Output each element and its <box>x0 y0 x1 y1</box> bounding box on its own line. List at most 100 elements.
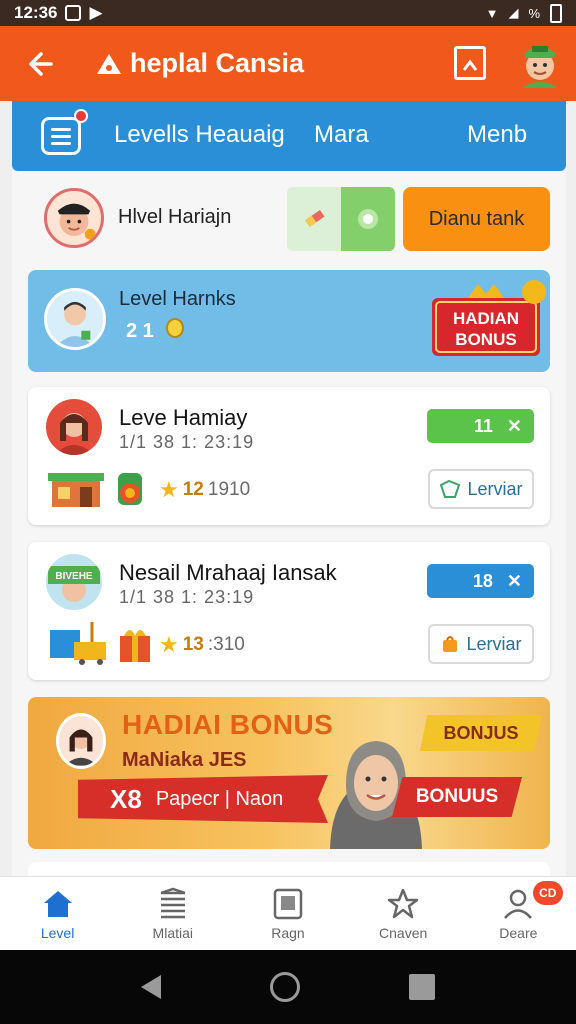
star-icon: ★ <box>159 632 179 657</box>
eraser-icon <box>305 209 325 227</box>
nav-label: Cnaven <box>379 925 428 941</box>
page-title: heplal Cansia <box>130 48 305 78</box>
record-button[interactable] <box>341 187 395 251</box>
nav-item-level[interactable]: Level <box>0 877 115 951</box>
tab-menb[interactable]: Menb <box>467 121 527 149</box>
nav-label: Level <box>40 925 75 941</box>
close-icon: ✕ <box>506 415 522 436</box>
tab-levels[interactable]: Levells Heauaig <box>114 121 285 149</box>
nav-label: Deare <box>499 925 538 941</box>
nav-item-mlatiai[interactable]: Mlatiai <box>115 877 230 951</box>
gift-bag-icon <box>118 473 142 505</box>
cart-icon <box>50 622 106 665</box>
coin-icon <box>166 318 184 338</box>
reward-items <box>48 465 150 511</box>
card-title: Leve Hamiay <box>119 405 248 430</box>
battery-percent: % <box>528 5 540 21</box>
gift-box-icon <box>120 630 150 662</box>
star-icon: ★ <box>159 477 179 502</box>
bottom-nav: Level Mlatiai Ragn Cnaven Deare CD <box>0 876 576 950</box>
tab-strip: Levells Heauaig Mara Menb <box>12 101 566 171</box>
claim-label: Lerviar <box>466 633 522 654</box>
app-title-group: heplal Cansia <box>96 48 304 79</box>
arrow-left-icon <box>29 51 53 76</box>
ticket-icon <box>440 479 461 498</box>
card-avatar <box>46 399 102 455</box>
menu-button[interactable] <box>41 117 81 155</box>
count-pill[interactable]: 18 ✕ <box>427 564 534 598</box>
featured-level: 2 1 <box>126 320 154 342</box>
shopping-bag-icon <box>443 636 458 652</box>
card-points: 13 <box>182 634 204 655</box>
battery-icon <box>550 3 562 23</box>
profile-avatar[interactable] <box>44 188 104 248</box>
nav-label: Ragn <box>271 925 305 941</box>
app-notification-icon: ▶ <box>89 3 103 22</box>
star-outline-icon <box>387 888 419 919</box>
bonus-tag-bottom: BONUUS <box>392 777 522 817</box>
tab-mara[interactable]: Mara <box>314 121 369 149</box>
promo-banner[interactable]: HADIAI BONUS MaNiaka JES X8 Papecr | Nao… <box>28 697 550 849</box>
card-title: Nesail Mrahaaj Iansak <box>119 560 337 585</box>
reward-items <box>48 620 154 666</box>
system-home-button[interactable] <box>269 972 300 1002</box>
bookmark-button[interactable] <box>454 46 486 80</box>
app-bar: heplal Cansia <box>0 26 576 101</box>
list-icon <box>160 887 186 919</box>
card-points: 12 <box>182 479 204 500</box>
count-value: 18 <box>472 570 493 591</box>
system-back-button[interactable] <box>140 975 161 999</box>
card-avatar-text: BIVEHE <box>55 571 93 582</box>
promo-ribbon: X8 Papecr | Naon <box>78 775 328 823</box>
count-pill[interactable]: 11 ✕ <box>427 409 534 443</box>
claim-label: Lerviar <box>467 478 523 499</box>
notification-icon <box>65 5 82 21</box>
card-avatar: BIVEHE <box>46 554 102 610</box>
claim-button[interactable]: Lerviar <box>428 469 534 509</box>
card-score: ★ 12 1910 <box>159 477 250 503</box>
card-total: 1910 <box>207 479 251 500</box>
nav-item-cnaven[interactable]: Cnaven <box>346 877 461 951</box>
list-item[interactable]: BIVEHE Nesail Mrahaaj Iansak 1/1 38 1: 2… <box>28 542 550 680</box>
system-navigation-bar <box>0 950 576 1024</box>
notification-dot <box>74 109 88 123</box>
status-time: 12:36 <box>14 3 58 22</box>
app-logo-icon <box>97 53 121 74</box>
close-icon: ✕ <box>506 570 522 591</box>
nav-item-ragn[interactable]: Ragn <box>230 877 345 951</box>
claim-button[interactable]: Lerviar <box>428 624 534 664</box>
status-bar: 12:36 ▶ ▼ ◢ % <box>0 0 576 26</box>
featured-title: Level Harnks <box>119 288 236 310</box>
nav-item-deare[interactable]: Deare CD <box>461 877 576 951</box>
bonus-tag-top: BONJUS <box>420 715 542 751</box>
shop-icon <box>48 473 104 507</box>
card-date: 1/1 38 1: 23:19 <box>119 587 255 607</box>
promo-title: HADIAI BONUS <box>122 709 334 740</box>
rank-button[interactable]: Dianu tank <box>403 187 550 251</box>
count-value: 11 <box>473 415 493 436</box>
nav-label: Mlatiai <box>152 925 194 941</box>
bonus-badge-line2: BONUS <box>455 330 516 349</box>
home-icon <box>43 891 72 917</box>
notification-badge: CD <box>532 881 563 905</box>
back-button[interactable] <box>12 26 68 101</box>
bonus-badge-line1: HADIAN <box>453 309 519 328</box>
system-recents-button[interactable] <box>409 974 436 1000</box>
card-date: 1/1 38 1: 23:19 <box>119 432 255 452</box>
list-item[interactable]: Leve Hamiay 1/1 38 1: 23:19 ★ 12 1910 11… <box>28 387 550 525</box>
card-total: :310 <box>207 634 245 655</box>
ranking-icon <box>273 888 303 920</box>
wifi-icon: ▼ <box>485 5 499 21</box>
promo-avatar <box>56 713 106 769</box>
user-avatar[interactable] <box>518 38 562 88</box>
signal-icon: ◢ <box>508 5 519 20</box>
card-score: ★ 13 :310 <box>159 632 245 658</box>
featured-avatar <box>44 288 106 350</box>
promo-ribbon-text: Papecr | Naon <box>155 787 284 810</box>
eraser-button[interactable] <box>287 187 341 251</box>
record-icon <box>358 209 378 229</box>
featured-card[interactable]: Level Harnks 2 1 HADIAN BONUS <box>28 270 550 372</box>
bookmark-icon <box>462 59 478 71</box>
profile-icon <box>504 889 533 919</box>
promo-multiplier: X8 <box>110 783 142 814</box>
